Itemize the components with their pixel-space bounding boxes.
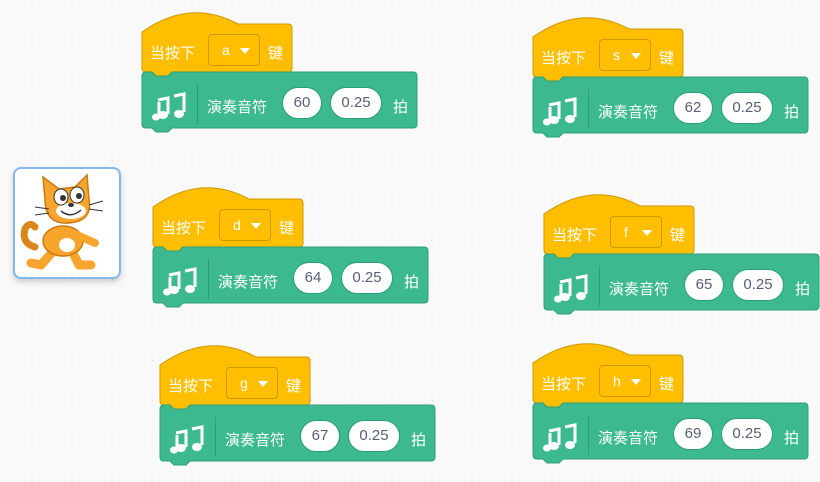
beats-unit-label: 拍: [784, 104, 800, 121]
beats-input[interactable]: 0.25: [732, 269, 784, 301]
play-note-label: 演奏音符: [218, 274, 279, 291]
play-note-label: 演奏音符: [598, 430, 659, 447]
note-input[interactable]: 60: [282, 87, 322, 119]
play-note-label: 演奏音符: [207, 99, 268, 116]
hat-suffix-label: 键: [659, 376, 675, 393]
beats-input[interactable]: 0.25: [341, 262, 393, 294]
music-notes-icon: [152, 92, 186, 121]
note-input[interactable]: 65: [684, 269, 724, 301]
key-dropdown[interactable]: d: [219, 209, 271, 241]
key-value: h: [613, 373, 621, 389]
music-notes-icon: [170, 425, 204, 454]
key-value: s: [613, 47, 620, 63]
key-dropdown[interactable]: f: [610, 216, 662, 248]
beats-unit-label: 拍: [411, 432, 427, 449]
key-dropdown[interactable]: g: [226, 367, 278, 399]
key-dropdown[interactable]: a: [208, 34, 260, 66]
beats-input[interactable]: 0.25: [348, 420, 400, 452]
block-divider: [599, 266, 600, 306]
block-divider: [208, 259, 209, 299]
beats-input[interactable]: 0.25: [721, 92, 773, 124]
chevron-down-icon: [631, 53, 641, 59]
sprite-thumbnail[interactable]: [13, 167, 121, 279]
hat-suffix-label: 键: [279, 220, 295, 237]
play-note-label: 演奏音符: [598, 104, 659, 121]
key-value: a: [222, 42, 230, 58]
chevron-down-icon: [240, 48, 250, 54]
hat-suffix-label: 键: [659, 50, 675, 67]
block-divider: [588, 89, 589, 129]
chevron-down-icon: [258, 381, 268, 387]
beats-input[interactable]: 0.25: [721, 418, 773, 450]
hat-suffix-label: 键: [268, 45, 284, 62]
key-dropdown[interactable]: h: [599, 365, 651, 397]
hat-prefix-label: 当按下: [541, 376, 587, 393]
beats-unit-label: 拍: [404, 274, 420, 291]
chevron-down-icon: [631, 379, 641, 385]
beats-unit-label: 拍: [393, 99, 409, 116]
block-divider: [215, 417, 216, 457]
block-divider: [588, 415, 589, 455]
music-notes-icon: [163, 267, 197, 296]
play-note-label: 演奏音符: [609, 281, 670, 298]
block-divider: [197, 84, 198, 124]
hat-prefix-label: 当按下: [161, 220, 207, 237]
key-value: g: [240, 375, 248, 391]
hat-suffix-label: 键: [286, 378, 302, 395]
hat-prefix-label: 当按下: [168, 378, 214, 395]
note-input[interactable]: 64: [293, 262, 333, 294]
hat-prefix-label: 当按下: [150, 45, 196, 62]
hat-suffix-label: 键: [670, 227, 686, 244]
chevron-down-icon: [251, 223, 261, 229]
beats-unit-label: 拍: [784, 430, 800, 447]
hat-prefix-label: 当按下: [552, 227, 598, 244]
beats-input[interactable]: 0.25: [330, 87, 382, 119]
chevron-down-icon: [642, 230, 652, 236]
beats-unit-label: 拍: [795, 281, 811, 298]
hat-prefix-label: 当按下: [541, 50, 587, 67]
music-notes-icon: [554, 274, 588, 303]
cat-sprite-icon: [20, 173, 104, 270]
music-notes-icon: [543, 423, 577, 452]
note-input[interactable]: 67: [300, 420, 340, 452]
play-note-label: 演奏音符: [225, 432, 286, 449]
key-dropdown[interactable]: s: [599, 39, 651, 71]
key-value: f: [624, 224, 628, 240]
music-notes-icon: [543, 97, 577, 126]
note-input[interactable]: 69: [673, 418, 713, 450]
key-value: d: [233, 217, 241, 233]
note-input[interactable]: 62: [673, 92, 713, 124]
